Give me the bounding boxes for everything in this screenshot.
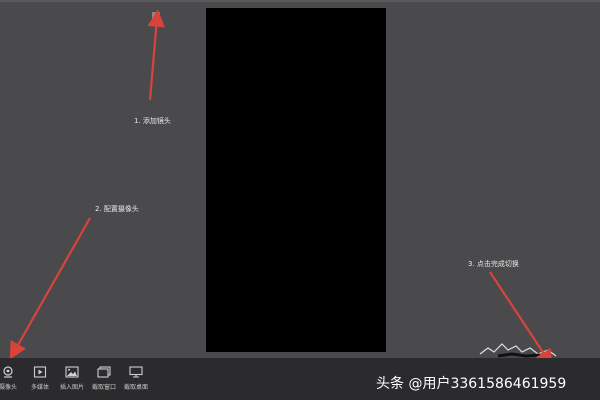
- camera-icon: [3, 366, 13, 378]
- media-play-icon: [33, 366, 47, 378]
- annotation-step-1: 1. 添加镜头: [134, 117, 171, 125]
- editor-canvas: 1. 添加镜头 2. 配置摄像头 3. 点击完成切换: [0, 0, 600, 358]
- monitor-icon: [129, 366, 143, 378]
- top-divider: [0, 0, 600, 2]
- annotation-step-3: 3. 点击完成切换: [468, 260, 519, 268]
- toolbar-label: 多媒体: [30, 384, 49, 391]
- toolbar-label: 截取窗口: [91, 384, 116, 391]
- scribble-mark: [479, 343, 557, 358]
- toolbar-item-capture-window[interactable]: 截取窗口: [86, 364, 122, 394]
- toolbar-label: 插入图片: [59, 384, 84, 391]
- watermark: 头条 @用户3361586461959: [376, 376, 567, 392]
- toolbar-label: 截取桌面: [123, 384, 148, 391]
- image-icon: [65, 366, 79, 378]
- window-capture-icon: [97, 366, 111, 378]
- toolbar-item-capture-desktop[interactable]: 截取桌面: [118, 364, 154, 394]
- toolbar-item-insert-image[interactable]: 插入图片: [54, 364, 90, 394]
- annotation-step-2: 2. 配置摄像头: [95, 205, 139, 213]
- toolbar-label: 摄像头: [0, 384, 17, 391]
- source-toolbar: 摄像头 多媒体 插入图片 截取窗口 截取桌面 头条 @用户33615864619…: [0, 358, 600, 400]
- toolbar-item-media[interactable]: 多媒体: [22, 364, 58, 394]
- add-scene-handle[interactable]: [152, 12, 160, 20]
- video-preview: [206, 8, 386, 352]
